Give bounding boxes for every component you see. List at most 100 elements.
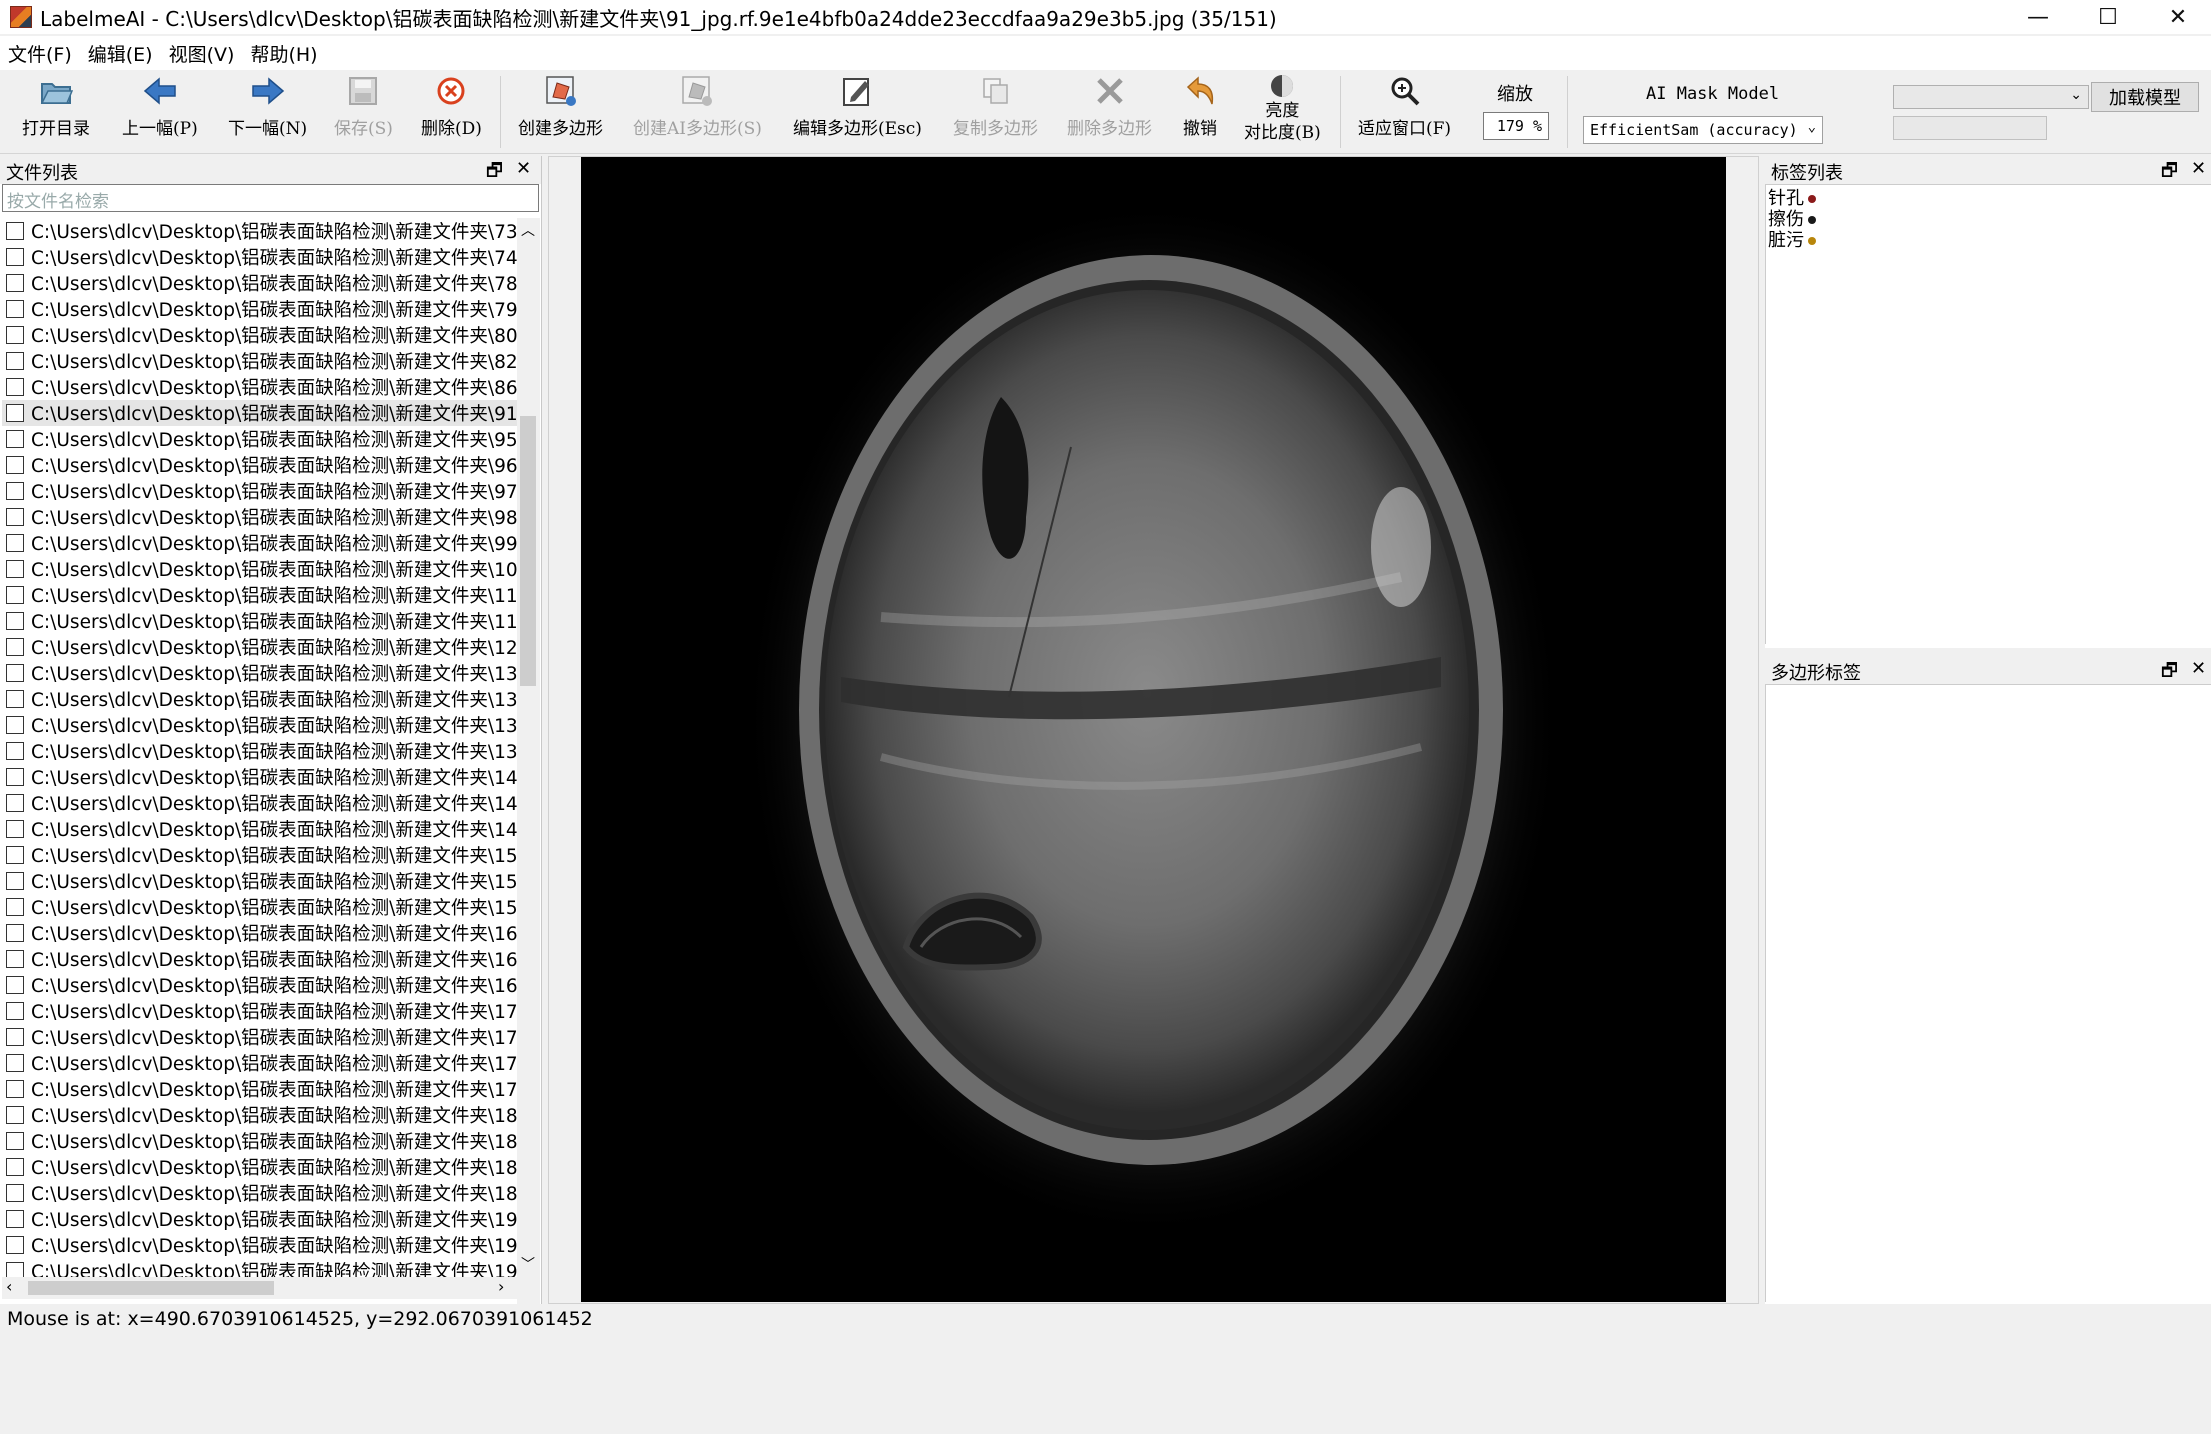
file-list-item[interactable]: C:\Users\dlcv\Desktop\铝碳表面缺陷检测\新建文件夹\86_… <box>2 374 520 400</box>
file-list-item[interactable]: C:\Users\dlcv\Desktop\铝碳表面缺陷检测\新建文件夹\137… <box>2 738 520 764</box>
file-checkbox[interactable] <box>6 404 24 422</box>
file-list-item[interactable]: C:\Users\dlcv\Desktop\铝碳表面缺陷检测\新建文件夹\172… <box>2 998 520 1024</box>
create-polygon-button[interactable]: 创建多边形 <box>518 74 603 139</box>
file-checkbox[interactable] <box>6 638 24 656</box>
file-list-item[interactable]: C:\Users\dlcv\Desktop\铝碳表面缺陷检测\新建文件夹\178… <box>2 1076 520 1102</box>
dock-close-icon[interactable]: ✕ <box>2191 658 2206 679</box>
scroll-down-icon[interactable]: ﹀ <box>521 1254 535 1274</box>
ai-model-select[interactable]: EfficientSam (accuracy) ⌄ <box>1583 116 1823 144</box>
dock-float-icon[interactable]: 🗗 <box>2161 658 2178 688</box>
file-checkbox[interactable] <box>6 300 24 318</box>
dock-close-icon[interactable]: ✕ <box>516 158 531 179</box>
file-checkbox[interactable] <box>6 924 24 942</box>
file-checkbox[interactable] <box>6 976 24 994</box>
menu-edit[interactable]: 编辑(E) <box>88 38 153 69</box>
close-window-button[interactable]: ✕ <box>2146 0 2210 34</box>
file-list-item[interactable]: C:\Users\dlcv\Desktop\铝碳表面缺陷检测\新建文件夹\160… <box>2 920 520 946</box>
file-list-item[interactable]: C:\Users\dlcv\Desktop\铝碳表面缺陷检测\新建文件夹\151… <box>2 842 520 868</box>
file-checkbox[interactable] <box>6 274 24 292</box>
file-checkbox[interactable] <box>6 794 24 812</box>
file-checkbox[interactable] <box>6 378 24 396</box>
file-checkbox[interactable] <box>6 872 24 890</box>
file-checkbox[interactable] <box>6 1132 24 1150</box>
delete-file-button[interactable]: 删除(D) <box>421 74 482 139</box>
file-list-item[interactable]: C:\Users\dlcv\Desktop\铝碳表面缺陷检测\新建文件夹\98_… <box>2 504 520 530</box>
file-list-item[interactable]: C:\Users\dlcv\Desktop\铝碳表面缺陷检测\新建文件夹\155… <box>2 868 520 894</box>
file-checkbox[interactable] <box>6 1002 24 1020</box>
dock-close-icon[interactable]: ✕ <box>2191 158 2206 179</box>
file-checkbox[interactable] <box>6 690 24 708</box>
file-list-item[interactable]: C:\Users\dlcv\Desktop\铝碳表面缺陷检测\新建文件夹\110… <box>2 582 520 608</box>
file-search-input[interactable]: 按文件名检索 <box>2 184 539 212</box>
file-checkbox[interactable] <box>6 222 24 240</box>
hscrollbar-thumb[interactable] <box>28 1281 274 1295</box>
file-checkbox[interactable] <box>6 1184 24 1202</box>
file-list-item[interactable]: C:\Users\dlcv\Desktop\铝碳表面缺陷检测\新建文件夹\78_… <box>2 270 520 296</box>
create-ai-polygon-button[interactable]: 创建AI多边形(S) <box>633 74 762 139</box>
undo-button[interactable]: 撤销 <box>1183 74 1217 139</box>
file-list-item[interactable]: C:\Users\dlcv\Desktop\铝碳表面缺陷检测\新建文件夹\135… <box>2 712 520 738</box>
file-checkbox[interactable] <box>6 482 24 500</box>
file-list-item[interactable]: C:\Users\dlcv\Desktop\铝碳表面缺陷检测\新建文件夹\91_… <box>2 400 520 426</box>
file-list-item[interactable]: C:\Users\dlcv\Desktop\铝碳表面缺陷检测\新建文件夹\74_… <box>2 244 520 270</box>
file-checkbox[interactable] <box>6 1028 24 1046</box>
file-checkbox[interactable] <box>6 742 24 760</box>
scroll-right-icon[interactable]: › <box>498 1277 504 1296</box>
minimize-button[interactable]: — <box>2006 0 2070 34</box>
scroll-left-icon[interactable]: ‹ <box>6 1277 12 1296</box>
file-checkbox[interactable] <box>6 898 24 916</box>
file-checkbox[interactable] <box>6 352 24 370</box>
file-list-item[interactable]: C:\Users\dlcv\Desktop\铝碳表面缺陷检测\新建文件夹\80_… <box>2 322 520 348</box>
file-checkbox[interactable] <box>6 534 24 552</box>
brightness-contrast-button[interactable]: 亮度 对比度(B) <box>1244 72 1321 144</box>
load-model-button[interactable]: 加载模型 <box>2091 82 2199 112</box>
file-checkbox[interactable] <box>6 248 24 266</box>
file-checkbox[interactable] <box>6 1236 24 1254</box>
model-dropdown[interactable]: ⌄ <box>1893 85 2089 109</box>
file-list-item[interactable]: C:\Users\dlcv\Desktop\铝碳表面缺陷检测\新建文件夹\197… <box>2 1232 520 1258</box>
file-checkbox[interactable] <box>6 456 24 474</box>
save-button[interactable]: 保存(S) <box>334 74 393 139</box>
prev-image-button[interactable]: 上一幅(P) <box>122 74 198 139</box>
file-list-item[interactable]: C:\Users\dlcv\Desktop\铝碳表面缺陷检测\新建文件夹\144… <box>2 764 520 790</box>
scroll-up-icon[interactable]: ︿ <box>521 220 535 240</box>
dock-float-icon[interactable]: 🗗 <box>486 158 503 188</box>
file-list-item[interactable]: C:\Users\dlcv\Desktop\铝碳表面缺陷检测\新建文件夹\173… <box>2 1024 520 1050</box>
label-list-item[interactable]: 脏污 <box>1766 230 2211 251</box>
file-checkbox[interactable] <box>6 716 24 734</box>
label-list-item[interactable]: 针孔 <box>1766 188 2211 209</box>
file-list-scrollbar[interactable]: ︿ ﹀ <box>517 218 540 1431</box>
file-list-item[interactable]: C:\Users\dlcv\Desktop\铝碳表面缺陷检测\新建文件夹\73_… <box>2 218 520 244</box>
file-list-item[interactable]: C:\Users\dlcv\Desktop\铝碳表面缺陷检测\新建文件夹\134… <box>2 686 520 712</box>
file-checkbox[interactable] <box>6 1080 24 1098</box>
file-checkbox[interactable] <box>6 846 24 864</box>
edit-polygon-button[interactable]: 编辑多边形(Esc) <box>793 74 922 139</box>
file-checkbox[interactable] <box>6 768 24 786</box>
file-list-item[interactable]: C:\Users\dlcv\Desktop\铝碳表面缺陷检测\新建文件夹\79_… <box>2 296 520 322</box>
menu-view[interactable]: 视图(V) <box>169 38 235 69</box>
file-list-item[interactable]: C:\Users\dlcv\Desktop\铝碳表面缺陷检测\新建文件夹\163… <box>2 946 520 972</box>
file-list-item[interactable]: C:\Users\dlcv\Desktop\铝碳表面缺陷检测\新建文件夹\174… <box>2 1050 520 1076</box>
file-list-item[interactable]: C:\Users\dlcv\Desktop\铝碳表面缺陷检测\新建文件夹\187… <box>2 1180 520 1206</box>
file-list-item[interactable]: C:\Users\dlcv\Desktop\铝碳表面缺陷检测\新建文件夹\96_… <box>2 452 520 478</box>
dock-float-icon[interactable]: 🗗 <box>2161 158 2178 188</box>
file-list-item[interactable]: C:\Users\dlcv\Desktop\铝碳表面缺陷检测\新建文件夹\95_… <box>2 426 520 452</box>
file-checkbox[interactable] <box>6 950 24 968</box>
file-list-item[interactable]: C:\Users\dlcv\Desktop\铝碳表面缺陷检测\新建文件夹\127… <box>2 634 520 660</box>
zoom-input[interactable]: 179 % <box>1483 112 1549 140</box>
file-checkbox[interactable] <box>6 508 24 526</box>
file-checkbox[interactable] <box>6 326 24 344</box>
file-list-hscrollbar[interactable]: ‹ › <box>2 1277 517 1299</box>
file-checkbox[interactable] <box>6 820 24 838</box>
menu-help[interactable]: 帮助(H) <box>250 38 317 69</box>
file-checkbox[interactable] <box>6 612 24 630</box>
model-path-field[interactable] <box>1893 116 2047 140</box>
file-list-item[interactable]: C:\Users\dlcv\Desktop\铝碳表面缺陷检测\新建文件夹\183… <box>2 1128 520 1154</box>
file-checkbox[interactable] <box>6 664 24 682</box>
scrollbar-thumb[interactable] <box>520 416 536 686</box>
open-dir-button[interactable]: 打开目录 <box>22 74 90 139</box>
file-checkbox[interactable] <box>6 586 24 604</box>
delete-polygon-button[interactable]: 删除多边形 <box>1067 74 1152 139</box>
file-checkbox[interactable] <box>6 1106 24 1124</box>
file-list-item[interactable]: C:\Users\dlcv\Desktop\铝碳表面缺陷检测\新建文件夹\99_… <box>2 530 520 556</box>
